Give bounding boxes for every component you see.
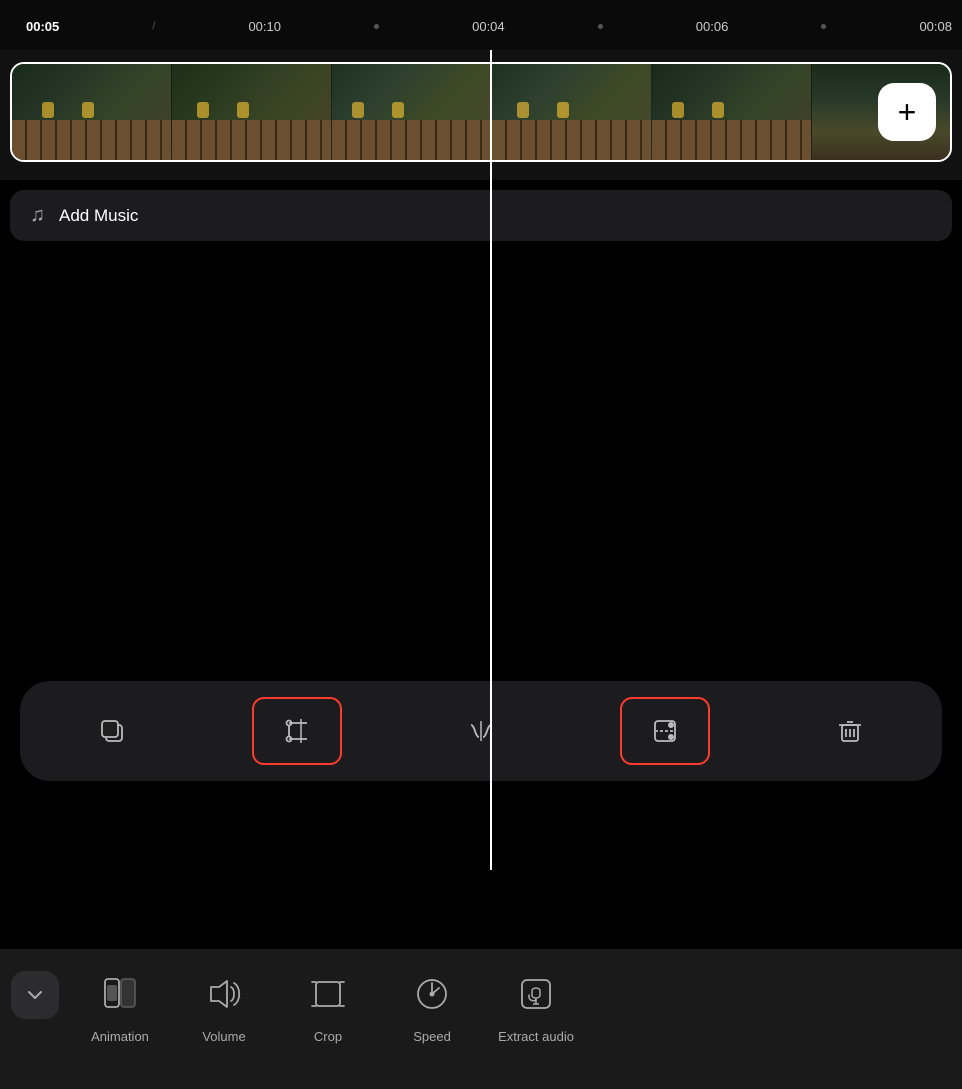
speed-tool[interactable]: Speed xyxy=(382,967,482,1045)
clip-left: 10.0s xyxy=(12,64,492,160)
frame-2 xyxy=(172,64,332,160)
add-clip-button[interactable]: + xyxy=(878,83,936,141)
delete-button[interactable] xyxy=(805,697,895,765)
preview-area xyxy=(0,241,962,671)
delete-icon xyxy=(834,715,866,747)
timestamps-row: 00:05 / 00:10 00:04 00:06 00:08 xyxy=(16,19,962,34)
dot-sep-3 xyxy=(821,24,826,29)
collapse-section xyxy=(0,967,70,1019)
trim-right-button[interactable] xyxy=(620,697,710,765)
total-time: 00:10 xyxy=(248,19,281,34)
timeline-area: 10.0s xyxy=(0,50,962,180)
edit-toolbar xyxy=(20,681,942,781)
add-music-bar[interactable]: ♫ Add Music xyxy=(10,190,952,241)
chevron-down-icon xyxy=(24,984,46,1006)
add-music-label: Add Music xyxy=(59,206,138,226)
animation-icon xyxy=(93,967,147,1021)
animation-label: Animation xyxy=(91,1029,149,1045)
dot-sep-1 xyxy=(374,24,379,29)
current-time: 00:05 xyxy=(26,19,59,34)
split-button[interactable] xyxy=(436,697,526,765)
video-clip-strip[interactable]: 10.0s xyxy=(10,62,952,162)
duplicate-icon xyxy=(96,715,128,747)
extract-audio-icon xyxy=(509,967,563,1021)
volume-label: Volume xyxy=(202,1029,245,1045)
frame-5 xyxy=(652,64,812,160)
frame-1 xyxy=(12,64,172,160)
crop-label: Crop xyxy=(314,1029,342,1045)
frame-4 xyxy=(492,64,652,160)
extract-audio-tool[interactable]: Extract audio xyxy=(486,967,586,1045)
timeline-header: 00:05 / 00:10 00:04 00:06 00:08 xyxy=(0,0,962,50)
crop-tool[interactable]: Crop xyxy=(278,967,378,1045)
dot-sep-2 xyxy=(598,24,603,29)
frame-3 xyxy=(332,64,492,160)
trim-right-icon xyxy=(649,715,681,747)
trim-left-button[interactable] xyxy=(252,697,342,765)
timestamp-2: 00:06 xyxy=(696,19,729,34)
extract-audio-label: Extract audio xyxy=(498,1029,574,1045)
music-icon: ♫ xyxy=(30,204,45,227)
bottom-tools-row: Animation Volume xyxy=(70,967,962,1045)
timestamp-1: 00:04 xyxy=(472,19,505,34)
crop-icon xyxy=(301,967,355,1021)
animation-tool[interactable]: Animation xyxy=(70,967,170,1045)
volume-icon xyxy=(197,967,251,1021)
duplicate-button[interactable] xyxy=(67,697,157,765)
volume-tool[interactable]: Volume xyxy=(174,967,274,1045)
speed-icon xyxy=(405,967,459,1021)
timestamp-3: 00:08 xyxy=(919,19,952,34)
bottom-tool-panel: Animation Volume xyxy=(0,949,962,1089)
trim-left-icon xyxy=(281,715,313,747)
split-icon xyxy=(465,715,497,747)
speed-label: Speed xyxy=(413,1029,451,1045)
collapse-button[interactable] xyxy=(11,971,59,1019)
